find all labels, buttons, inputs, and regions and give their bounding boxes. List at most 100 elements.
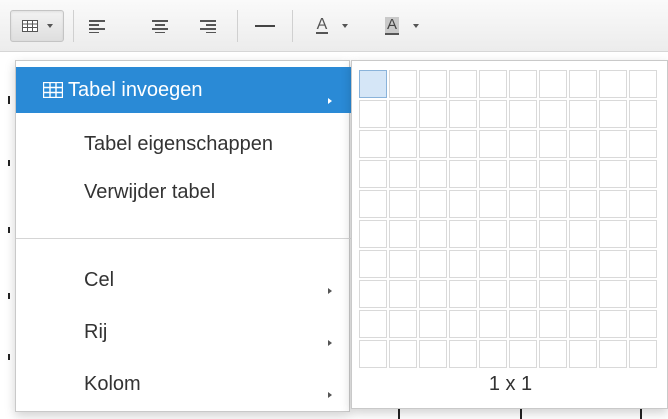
grid-cell[interactable] <box>359 100 387 128</box>
grid-cell[interactable] <box>539 310 567 338</box>
grid-cell[interactable] <box>449 190 477 218</box>
grid-cell[interactable] <box>479 280 507 308</box>
grid-cell[interactable] <box>629 280 657 308</box>
align-right-button[interactable] <box>193 10 223 42</box>
grid-cell[interactable] <box>359 220 387 248</box>
grid-cell[interactable] <box>479 250 507 278</box>
grid-cell[interactable] <box>389 250 417 278</box>
grid-cell[interactable] <box>449 310 477 338</box>
grid-cell[interactable] <box>359 70 387 98</box>
grid-cell[interactable] <box>449 160 477 188</box>
horizontal-rule-button[interactable] <box>248 10 282 42</box>
grid-cell[interactable] <box>599 100 627 128</box>
grid-cell[interactable] <box>509 160 537 188</box>
align-left-button[interactable] <box>82 10 112 42</box>
grid-cell[interactable] <box>479 70 507 98</box>
grid-cell[interactable] <box>359 130 387 158</box>
grid-cell[interactable] <box>359 340 387 368</box>
grid-cell[interactable] <box>569 130 597 158</box>
grid-cell[interactable] <box>479 160 507 188</box>
grid-cell[interactable] <box>419 70 447 98</box>
grid-cell[interactable] <box>569 280 597 308</box>
grid-cell[interactable] <box>419 310 447 338</box>
grid-cell[interactable] <box>629 220 657 248</box>
grid-cell[interactable] <box>569 100 597 128</box>
table-button[interactable] <box>10 10 64 42</box>
grid-cell[interactable] <box>539 250 567 278</box>
grid-cell[interactable] <box>419 340 447 368</box>
grid-cell[interactable] <box>569 250 597 278</box>
grid-cell[interactable] <box>599 130 627 158</box>
grid-cell[interactable] <box>539 130 567 158</box>
grid-cell[interactable] <box>569 340 597 368</box>
grid-cell[interactable] <box>599 70 627 98</box>
grid-cell[interactable] <box>479 130 507 158</box>
grid-cell[interactable] <box>449 220 477 248</box>
grid-cell[interactable] <box>449 280 477 308</box>
grid-cell[interactable] <box>449 340 477 368</box>
grid-cell[interactable] <box>539 160 567 188</box>
grid-cell[interactable] <box>599 340 627 368</box>
grid-cell[interactable] <box>419 220 447 248</box>
grid-cell[interactable] <box>389 280 417 308</box>
grid-cell[interactable] <box>569 160 597 188</box>
chevron-down-icon[interactable] <box>342 24 349 28</box>
grid-cell[interactable] <box>389 220 417 248</box>
menu-item-table-properties[interactable]: Tabel eigenschappen <box>16 121 351 167</box>
grid-cell[interactable] <box>479 190 507 218</box>
grid-cell[interactable] <box>389 190 417 218</box>
grid-cell[interactable] <box>569 190 597 218</box>
grid-cell[interactable] <box>539 220 567 248</box>
grid-cell[interactable] <box>479 100 507 128</box>
menu-item-column[interactable]: Kolom <box>16 361 351 407</box>
grid-cell[interactable] <box>449 130 477 158</box>
grid-cell[interactable] <box>509 250 537 278</box>
grid-cell[interactable] <box>419 280 447 308</box>
grid-cell[interactable] <box>449 70 477 98</box>
grid-cell[interactable] <box>509 280 537 308</box>
grid-cell[interactable] <box>629 310 657 338</box>
grid-cell[interactable] <box>509 100 537 128</box>
grid-cell[interactable] <box>509 310 537 338</box>
grid-cell[interactable] <box>359 250 387 278</box>
grid-cell[interactable] <box>539 280 567 308</box>
grid-cell[interactable] <box>599 250 627 278</box>
grid-cell[interactable] <box>599 220 627 248</box>
grid-cell[interactable] <box>539 190 567 218</box>
grid-cell[interactable] <box>599 160 627 188</box>
grid-cell[interactable] <box>389 160 417 188</box>
grid-cell[interactable] <box>629 250 657 278</box>
menu-item-delete-table[interactable]: Verwijder tabel <box>16 169 351 215</box>
grid-cell[interactable] <box>389 130 417 158</box>
grid-cell[interactable] <box>629 130 657 158</box>
grid-cell[interactable] <box>509 70 537 98</box>
align-center-button[interactable] <box>145 10 175 42</box>
grid-cell[interactable] <box>509 190 537 218</box>
grid-cell[interactable] <box>359 190 387 218</box>
grid-cell[interactable] <box>419 160 447 188</box>
menu-item-cell[interactable]: Cel <box>16 257 351 303</box>
grid-cell[interactable] <box>359 160 387 188</box>
grid-cell[interactable] <box>629 70 657 98</box>
grid-cell[interactable] <box>569 70 597 98</box>
menu-item-insert-table[interactable]: Tabel invoegen <box>16 67 351 113</box>
background-color-button[interactable]: A <box>370 10 434 42</box>
grid-cell[interactable] <box>509 220 537 248</box>
grid-cell[interactable] <box>449 100 477 128</box>
grid-cell[interactable] <box>629 160 657 188</box>
menu-item-row[interactable]: Rij <box>16 309 351 355</box>
grid-cell[interactable] <box>479 310 507 338</box>
grid-cell[interactable] <box>419 130 447 158</box>
grid-cell[interactable] <box>389 70 417 98</box>
grid-cell[interactable] <box>419 100 447 128</box>
grid-cell[interactable] <box>359 310 387 338</box>
grid-cell[interactable] <box>569 220 597 248</box>
grid-cell[interactable] <box>629 340 657 368</box>
grid-cell[interactable] <box>629 190 657 218</box>
chevron-down-icon[interactable] <box>413 24 419 28</box>
grid-cell[interactable] <box>509 130 537 158</box>
grid-cell[interactable] <box>419 250 447 278</box>
grid-cell[interactable] <box>539 100 567 128</box>
grid-cell[interactable] <box>359 280 387 308</box>
grid-cell[interactable] <box>599 190 627 218</box>
